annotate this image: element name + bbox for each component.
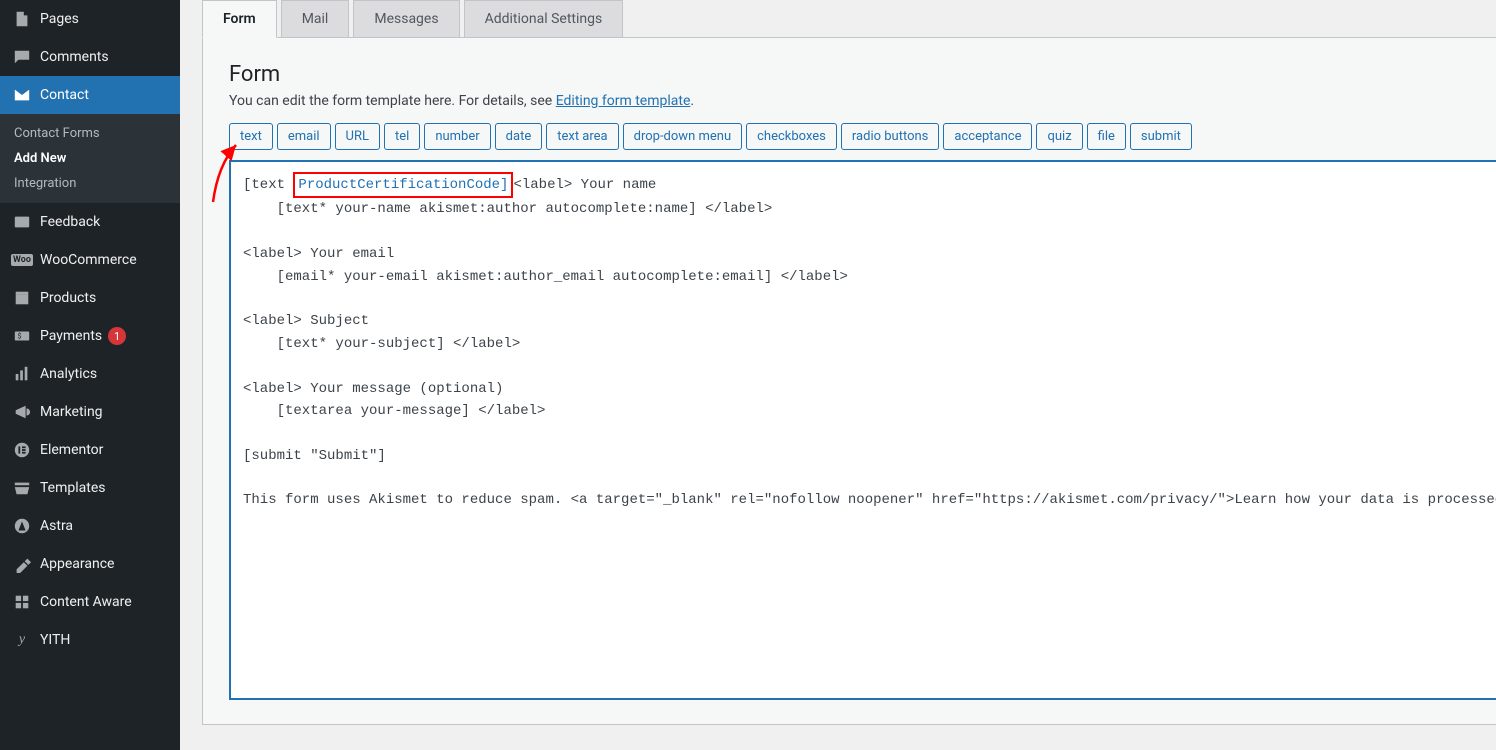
sidebar-item-label: Pages bbox=[40, 11, 79, 27]
editing-template-link[interactable]: Editing form template bbox=[556, 93, 691, 109]
editor-tabs: FormMailMessagesAdditional Settings bbox=[202, 0, 1496, 38]
tab-additional-settings[interactable]: Additional Settings bbox=[464, 0, 624, 37]
sidebar-item-label: Contact bbox=[40, 87, 89, 103]
sidebar-submenu: Contact FormsAdd NewIntegration bbox=[0, 114, 180, 203]
elementor-icon bbox=[12, 440, 32, 460]
tag-btn-text[interactable]: text bbox=[229, 123, 273, 150]
payments-icon: $ bbox=[12, 326, 32, 346]
products-icon bbox=[12, 288, 32, 308]
inserted-tag-highlight: ProductCertificationCode] bbox=[293, 172, 513, 198]
sidebar-item-content-aware[interactable]: Content Aware bbox=[0, 583, 180, 621]
analytics-icon bbox=[12, 364, 32, 384]
sidebar-sub-contact-forms[interactable]: Contact Forms bbox=[0, 121, 180, 146]
sidebar-sub-add-new[interactable]: Add New bbox=[0, 146, 180, 171]
main-content: FormMailMessagesAdditional Settings Form… bbox=[180, 0, 1496, 750]
sidebar-item-comments[interactable]: Comments bbox=[0, 38, 180, 76]
astra-icon bbox=[12, 516, 32, 536]
sidebar-item-marketing[interactable]: Marketing bbox=[0, 393, 180, 431]
sidebar-item-contact[interactable]: Contact bbox=[0, 76, 180, 114]
marketing-icon bbox=[12, 402, 32, 422]
sidebar-item-label: Templates bbox=[40, 480, 106, 496]
tag-btn-drop-down-menu[interactable]: drop-down menu bbox=[623, 123, 742, 150]
tag-btn-acceptance[interactable]: acceptance bbox=[943, 123, 1032, 150]
tag-btn-email[interactable]: email bbox=[277, 123, 331, 150]
sidebar-item-label: Elementor bbox=[40, 442, 103, 458]
sidebar-item-elementor[interactable]: Elementor bbox=[0, 431, 180, 469]
sidebar-item-analytics[interactable]: Analytics bbox=[0, 355, 180, 393]
tag-btn-date[interactable]: date bbox=[495, 123, 543, 150]
sidebar-item-appearance[interactable]: Appearance bbox=[0, 545, 180, 583]
panel-heading: Form bbox=[229, 62, 1496, 87]
sidebar-item-yith[interactable]: y YITH bbox=[0, 621, 180, 659]
tag-btn-tel[interactable]: tel bbox=[384, 123, 420, 150]
form-panel: Form You can edit the form template here… bbox=[202, 38, 1496, 725]
tag-btn-file[interactable]: file bbox=[1087, 123, 1126, 150]
sidebar-sub-integration[interactable]: Integration bbox=[0, 171, 180, 196]
tag-btn-submit[interactable]: submit bbox=[1130, 123, 1192, 150]
svg-text:$: $ bbox=[18, 332, 22, 341]
appearance-icon bbox=[12, 554, 32, 574]
form-template-textarea[interactable]: [text ProductCertificationCode]<label> Y… bbox=[229, 160, 1496, 700]
tag-btn-number[interactable]: number bbox=[424, 123, 490, 150]
contentaware-icon bbox=[12, 592, 32, 612]
sidebar-item-pages[interactable]: Pages bbox=[0, 0, 180, 38]
panel-helptext: You can edit the form template here. For… bbox=[229, 93, 1496, 109]
sidebar-item-label: Comments bbox=[40, 49, 109, 65]
badge: 1 bbox=[108, 327, 126, 345]
admin-sidebar: Pages Comments Contact Contact FormsAdd New… bbox=[0, 0, 180, 750]
tab-messages[interactable]: Messages bbox=[353, 0, 459, 37]
sidebar-item-label: Analytics bbox=[40, 366, 97, 382]
sidebar-item-label: Content Aware bbox=[40, 594, 132, 610]
pages-icon bbox=[12, 9, 32, 29]
tag-btn-quiz[interactable]: quiz bbox=[1036, 123, 1082, 150]
sidebar-item-feedback[interactable]: Feedback bbox=[0, 203, 180, 241]
sidebar-item-label: WooCommerce bbox=[40, 252, 137, 268]
feedback-icon bbox=[12, 212, 32, 232]
sidebar-item-label: Payments bbox=[40, 328, 102, 344]
sidebar-item-label: YITH bbox=[40, 632, 70, 648]
contact-icon bbox=[12, 85, 32, 105]
sidebar-item-payments[interactable]: $ Payments 1 bbox=[0, 317, 180, 355]
comments-icon bbox=[12, 47, 32, 67]
woo-icon: Woo bbox=[12, 250, 32, 270]
tag-generator-buttons: textemailURLtelnumberdatetext areadrop-d… bbox=[229, 123, 1496, 154]
tab-form[interactable]: Form bbox=[202, 0, 277, 38]
tag-btn-text-area[interactable]: text area bbox=[546, 123, 618, 150]
sidebar-item-label: Appearance bbox=[40, 556, 114, 572]
tag-btn-url[interactable]: URL bbox=[335, 123, 380, 150]
sidebar-item-templates[interactable]: Templates bbox=[0, 469, 180, 507]
tag-btn-radio-buttons[interactable]: radio buttons bbox=[841, 123, 940, 150]
sidebar-item-label: Feedback bbox=[40, 214, 100, 230]
sidebar-item-woocommerce[interactable]: Woo WooCommerce bbox=[0, 241, 180, 279]
tab-mail[interactable]: Mail bbox=[281, 0, 350, 37]
sidebar-item-astra[interactable]: Astra bbox=[0, 507, 180, 545]
tag-btn-checkboxes[interactable]: checkboxes bbox=[746, 123, 837, 150]
yith-icon: y bbox=[12, 630, 32, 650]
sidebar-item-label: Products bbox=[40, 290, 96, 306]
sidebar-item-label: Astra bbox=[40, 518, 73, 534]
sidebar-item-products[interactable]: Products bbox=[0, 279, 180, 317]
templates-icon bbox=[12, 478, 32, 498]
sidebar-item-label: Marketing bbox=[40, 404, 103, 420]
